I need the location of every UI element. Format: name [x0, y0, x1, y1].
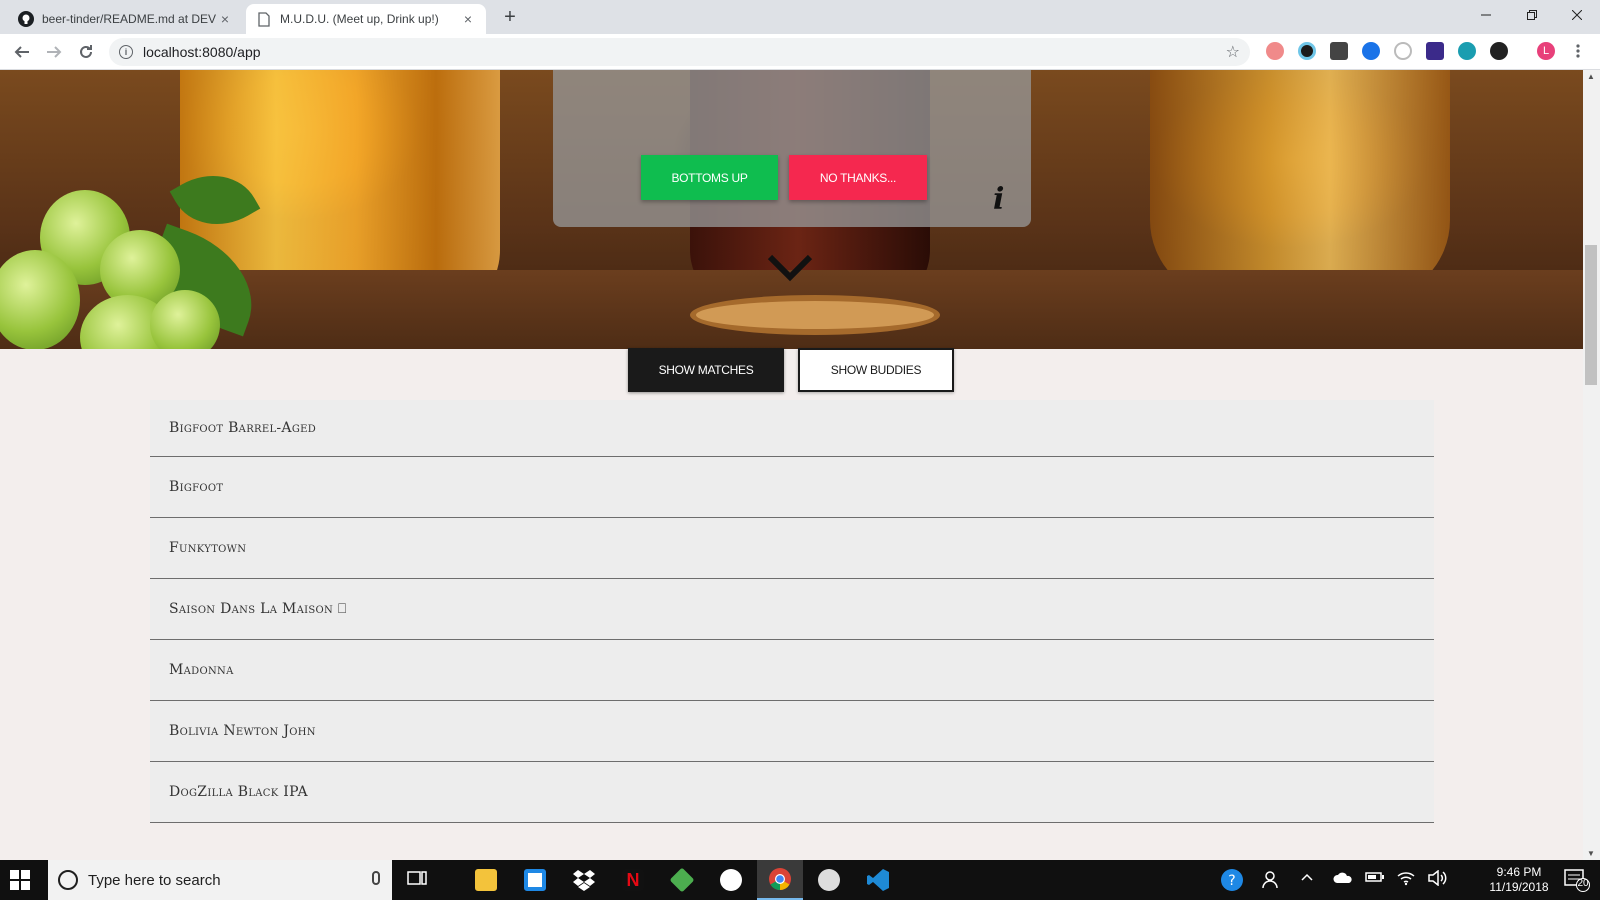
- hops-decoration: [0, 156, 310, 349]
- forward-icon[interactable]: [40, 38, 68, 66]
- chevron-down-icon[interactable]: [766, 253, 814, 283]
- menu-icon[interactable]: [1576, 42, 1580, 60]
- battery-icon[interactable]: [1365, 870, 1385, 887]
- github-icon: [18, 11, 34, 27]
- reload-icon[interactable]: [72, 38, 100, 66]
- windows-start-icon[interactable]: [10, 870, 30, 890]
- list-item[interactable]: DogZilla Black IPA: [150, 762, 1434, 823]
- extension-icon[interactable]: [1490, 42, 1508, 60]
- coaster: [690, 295, 940, 335]
- close-tab-icon[interactable]: ×: [460, 11, 476, 27]
- task-view-icon[interactable]: [394, 860, 440, 900]
- close-window-button[interactable]: [1554, 0, 1600, 30]
- beer-card: BOTTOMS UP NO THANKS... i: [553, 70, 1031, 227]
- list-item[interactable]: Bigfoot Barrel-Aged: [150, 400, 1434, 457]
- list-item[interactable]: Bolivia Newton John: [150, 701, 1434, 762]
- matches-list: Bigfoot Barrel-Aged Bigfoot Funkytown Sa…: [150, 400, 1434, 823]
- extension-icon[interactable]: [1266, 42, 1284, 60]
- tab-mudu[interactable]: M.U.D.U. (Meet up, Drink up!) ×: [246, 4, 486, 34]
- clock-date: 11/19/2018: [1489, 880, 1549, 894]
- netflix-icon[interactable]: N: [610, 860, 656, 900]
- page-scrollbar[interactable]: ▲ ▼: [1583, 70, 1600, 860]
- close-tab-icon[interactable]: ×: [217, 11, 233, 27]
- people-icon[interactable]: [1262, 870, 1282, 893]
- dropbox-icon[interactable]: [561, 860, 607, 900]
- extension-icon[interactable]: [1426, 42, 1444, 60]
- github-desktop-icon[interactable]: [806, 860, 852, 900]
- volume-icon[interactable]: [1428, 869, 1448, 889]
- list-item[interactable]: Madonna: [150, 640, 1434, 701]
- clock-time: 9:46 PM: [1496, 865, 1542, 879]
- amber-beer-glass: [1150, 70, 1450, 300]
- extension-icon[interactable]: [1330, 42, 1348, 60]
- list-item[interactable]: Funkytown: [150, 518, 1434, 579]
- extension-icon[interactable]: [1394, 42, 1412, 60]
- restore-button[interactable]: [1509, 0, 1555, 30]
- chrome-icon[interactable]: [757, 860, 803, 900]
- file-explorer-icon[interactable]: [463, 860, 509, 900]
- extension-icon[interactable]: [1298, 42, 1316, 60]
- tab-github-readme[interactable]: beer-tinder/README.md at DEV ×: [8, 4, 243, 34]
- slack-icon[interactable]: [708, 860, 754, 900]
- taskbar-search-box[interactable]: Type here to search: [48, 860, 392, 900]
- bookmark-star-icon[interactable]: ☆: [1226, 42, 1240, 62]
- microphone-icon[interactable]: [372, 871, 380, 885]
- store-icon[interactable]: [512, 860, 558, 900]
- onedrive-icon[interactable]: [1333, 870, 1353, 887]
- page-icon: [256, 11, 272, 27]
- search-placeholder: Type here to search: [88, 871, 221, 889]
- site-info-icon[interactable]: i: [119, 45, 133, 59]
- tab-title: M.U.D.U. (Meet up, Drink up!): [280, 12, 439, 26]
- cortana-icon: [58, 870, 78, 890]
- windows-taskbar: Type here to search N ? 9:46 PM 11/19/20…: [0, 860, 1600, 900]
- scrollbar-thumb[interactable]: [1585, 245, 1597, 385]
- profile-avatar[interactable]: L: [1537, 42, 1555, 60]
- no-thanks-button[interactable]: NO THANKS...: [789, 155, 927, 200]
- new-tab-button[interactable]: +: [497, 4, 523, 30]
- hp-extension-icon[interactable]: [1362, 42, 1380, 60]
- vscode-icon[interactable]: [855, 860, 901, 900]
- tab-strip: beer-tinder/README.md at DEV × M.U.D.U. …: [0, 0, 1600, 34]
- tray-expand-icon[interactable]: [1300, 870, 1314, 887]
- back-icon[interactable]: [8, 38, 36, 66]
- extension-icon[interactable]: [1458, 42, 1476, 60]
- scroll-down-arrow[interactable]: ▼: [1587, 849, 1595, 858]
- git-icon[interactable]: [659, 860, 705, 900]
- notification-count: 20: [1577, 878, 1589, 889]
- minimize-button[interactable]: [1463, 0, 1509, 30]
- show-matches-button[interactable]: SHOW MATCHES: [628, 348, 784, 392]
- info-icon[interactable]: i: [993, 182, 1004, 217]
- help-icon[interactable]: ?: [1220, 868, 1244, 895]
- scroll-up-arrow[interactable]: ▲: [1587, 72, 1595, 81]
- list-item[interactable]: Bigfoot: [150, 457, 1434, 518]
- bottoms-up-button[interactable]: BOTTOMS UP: [641, 155, 778, 200]
- url-text: localhost:8080/app: [143, 44, 261, 60]
- action-center-icon[interactable]: 20: [1564, 868, 1590, 895]
- svg-text:?: ?: [1228, 873, 1235, 889]
- list-item[interactable]: Saison Dans La Maison ⎕: [150, 579, 1434, 640]
- show-buddies-button[interactable]: SHOW BUDDIES: [798, 348, 954, 392]
- hero-beer-image: BOTTOMS UP NO THANKS... i: [0, 70, 1583, 349]
- wifi-icon[interactable]: [1397, 870, 1415, 889]
- taskbar-clock[interactable]: 9:46 PM 11/19/2018: [1484, 865, 1554, 895]
- browser-toolbar: i localhost:8080/app ☆: [0, 34, 1600, 70]
- tab-title: beer-tinder/README.md at DEV: [42, 12, 217, 26]
- address-bar[interactable]: i localhost:8080/app ☆: [109, 38, 1250, 66]
- page-viewport: BOTTOMS UP NO THANKS... i SHOW MATCHES S…: [0, 70, 1583, 860]
